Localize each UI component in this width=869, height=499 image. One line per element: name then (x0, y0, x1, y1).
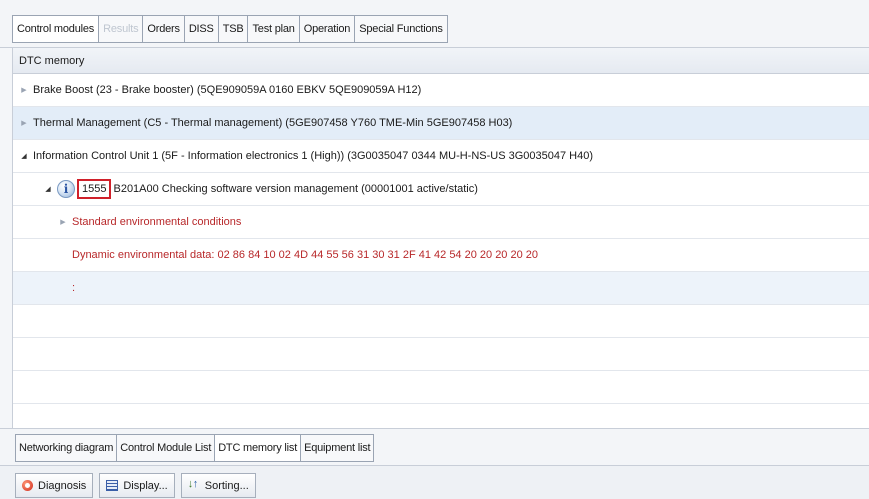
tab-equipment-list[interactable]: Equipment list (301, 434, 375, 462)
collapse-arrow-icon[interactable]: ◢ (43, 185, 53, 193)
sorting-label: Sorting... (204, 479, 249, 492)
dtc-memory-panel: DTC memory ▶ Brake Boost (23 - Brake boo… (12, 48, 869, 437)
tab-test-plan[interactable]: Test plan (248, 15, 300, 43)
dtc-fault-entry[interactable]: ◢ i 1555 B201A00 Checking software versi… (13, 173, 869, 206)
sort-icon (188, 478, 200, 492)
expand-arrow-icon[interactable]: ▶ (19, 119, 29, 127)
tab-special-functions[interactable]: Special Functions (355, 15, 448, 43)
bottom-toolbar: Diagnosis Display... Sorting... (0, 465, 869, 499)
tab-networking-diagram[interactable]: Networking diagram (15, 434, 118, 462)
row-text: Standard environmental conditions (72, 216, 242, 228)
empty-row (13, 305, 869, 338)
row-text: Information Control Unit 1 (5F - Informa… (33, 150, 594, 162)
diagnosis-label: Diagnosis (38, 479, 87, 492)
panel-title: DTC memory (13, 48, 869, 74)
diagnosis-icon (22, 480, 33, 491)
tab-operation[interactable]: Operation (299, 15, 356, 43)
tab-orders[interactable]: Orders (143, 15, 185, 43)
display-button[interactable]: Display... (99, 473, 175, 498)
empty-row (13, 338, 869, 371)
dynamic-environmental-data-row: Dynamic environmental data: 02 86 84 10 … (13, 239, 869, 272)
dtc-row-thermal-management[interactable]: ▶ Thermal Management (C5 - Thermal manag… (13, 107, 869, 140)
tab-control-module-list[interactable]: Control Module List (117, 434, 216, 462)
list-item[interactable]: : (13, 272, 869, 305)
collapse-arrow-icon[interactable]: ◢ (19, 152, 29, 160)
dtc-row-brake-boost[interactable]: ▶ Brake Boost (23 - Brake booster) (5QE9… (13, 74, 869, 107)
tab-control-modules[interactable]: Control modules (12, 15, 100, 43)
diagnosis-button[interactable]: Diagnosis (15, 473, 94, 498)
fault-description: B201A00 Checking software version manage… (113, 183, 478, 195)
bottom-tab-bar: Networking diagram Control Module List D… (0, 428, 869, 465)
tab-results: Results (99, 15, 144, 43)
display-icon (106, 480, 119, 491)
tab-dtc-memory-list[interactable]: DTC memory list (215, 434, 302, 462)
top-tab-bar: Control modules Results Orders DISS TSB … (0, 0, 869, 48)
display-label: Display... (123, 479, 168, 492)
dtc-code-highlight: 1555 (77, 179, 112, 199)
row-text: : (72, 282, 76, 294)
row-text: Thermal Management (C5 - Thermal managem… (33, 117, 513, 129)
tab-tsb[interactable]: TSB (218, 15, 249, 43)
standard-environmental-conditions-row[interactable]: ▶ Standard environmental conditions (13, 206, 869, 239)
info-icon: i (57, 180, 75, 198)
sorting-button[interactable]: Sorting... (180, 473, 256, 498)
expand-arrow-icon[interactable]: ▶ (58, 218, 68, 226)
empty-row (13, 371, 869, 404)
row-text: Dynamic environmental data: 02 86 84 10 … (72, 249, 539, 261)
tab-diss[interactable]: DISS (184, 15, 219, 43)
row-text: Brake Boost (23 - Brake booster) (5QE909… (33, 84, 422, 96)
dtc-row-information-control-unit[interactable]: ◢ Information Control Unit 1 (5F - Infor… (13, 140, 869, 173)
expand-arrow-icon[interactable]: ▶ (19, 86, 29, 94)
